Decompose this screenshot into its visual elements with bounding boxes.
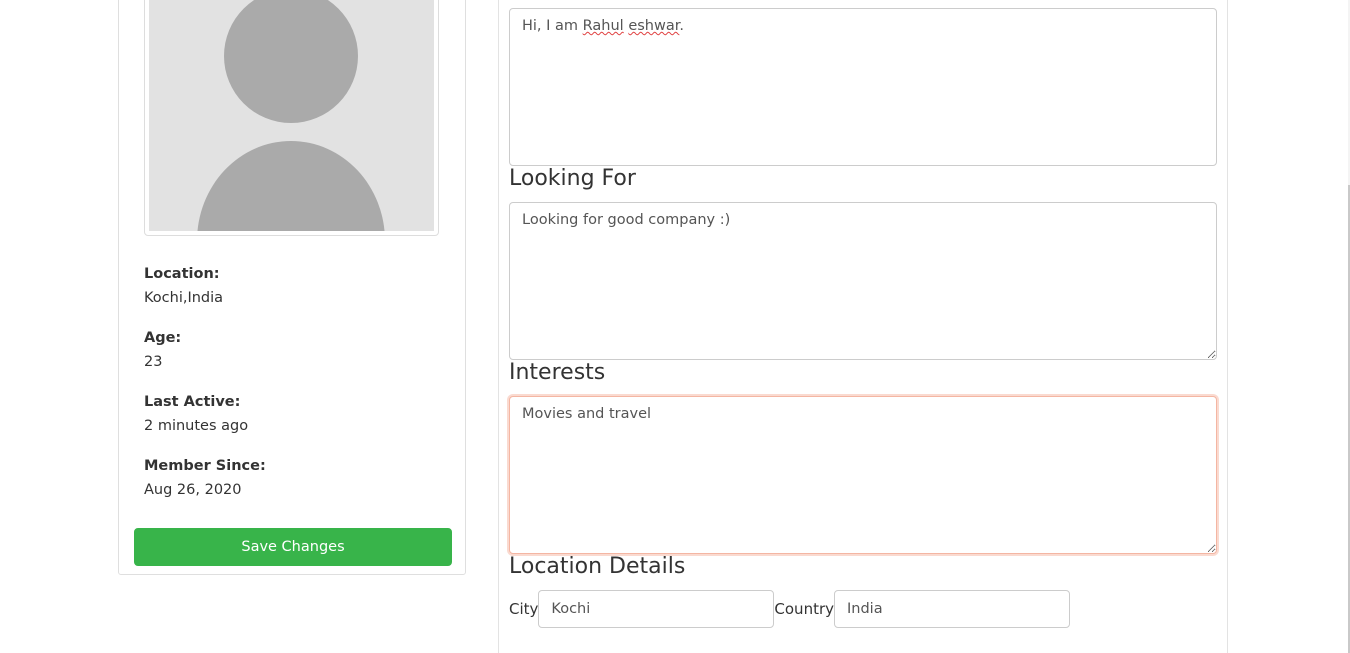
profile-photo-frame — [144, 0, 439, 236]
age-info: Age: 23 — [144, 328, 181, 372]
age-label: Age: — [144, 330, 182, 346]
save-changes-button[interactable]: Save Changes — [134, 528, 452, 566]
profile-card: Location: Kochi,India Age: 23 Last Activ… — [118, 0, 466, 575]
introduction-text-start: Hi, I am — [522, 18, 583, 34]
location-details-heading: Location Details — [509, 554, 686, 579]
location-label: Location: — [144, 266, 220, 282]
age-value: 23 — [144, 354, 163, 370]
looking-for-textarea[interactable]: Looking for good company :) — [509, 202, 1217, 360]
member-since-label: Member Since: — [144, 458, 266, 474]
spellcheck-word: eshwar — [628, 18, 680, 34]
member-since-info: Member Since: Aug 26, 2020 — [144, 456, 266, 500]
interests-heading: Interests — [509, 360, 606, 385]
spellcheck-word: Rahul — [582, 18, 624, 34]
last-active-info: Last Active: 2 minutes ago — [144, 392, 248, 436]
introduction-textarea[interactable]: Hi, I am Rahul eshwar. — [509, 8, 1217, 166]
location-details-row: City Country — [509, 590, 1070, 628]
location-value: Kochi,India — [144, 290, 224, 306]
country-input[interactable] — [834, 590, 1070, 628]
looking-for-heading: Looking For — [509, 166, 636, 191]
city-label: City — [509, 600, 539, 618]
user-placeholder-icon — [197, 0, 385, 231]
member-edit-page: Location: Kochi,India Age: 23 Last Activ… — [0, 0, 1350, 653]
city-input[interactable] — [538, 590, 775, 628]
location-info: Location: Kochi,India — [144, 264, 223, 308]
last-active-label: Last Active: — [144, 394, 241, 410]
profile-photo — [149, 0, 434, 231]
member-since-value: Aug 26, 2020 — [144, 482, 242, 498]
country-label: Country — [774, 600, 834, 618]
edit-panel: Hi, I am Rahul eshwar. Looking For Looki… — [498, 0, 1228, 653]
last-active-value: 2 minutes ago — [144, 418, 249, 434]
interests-textarea[interactable]: Movies and travel — [509, 396, 1217, 554]
introduction-text-end: . — [679, 18, 684, 34]
